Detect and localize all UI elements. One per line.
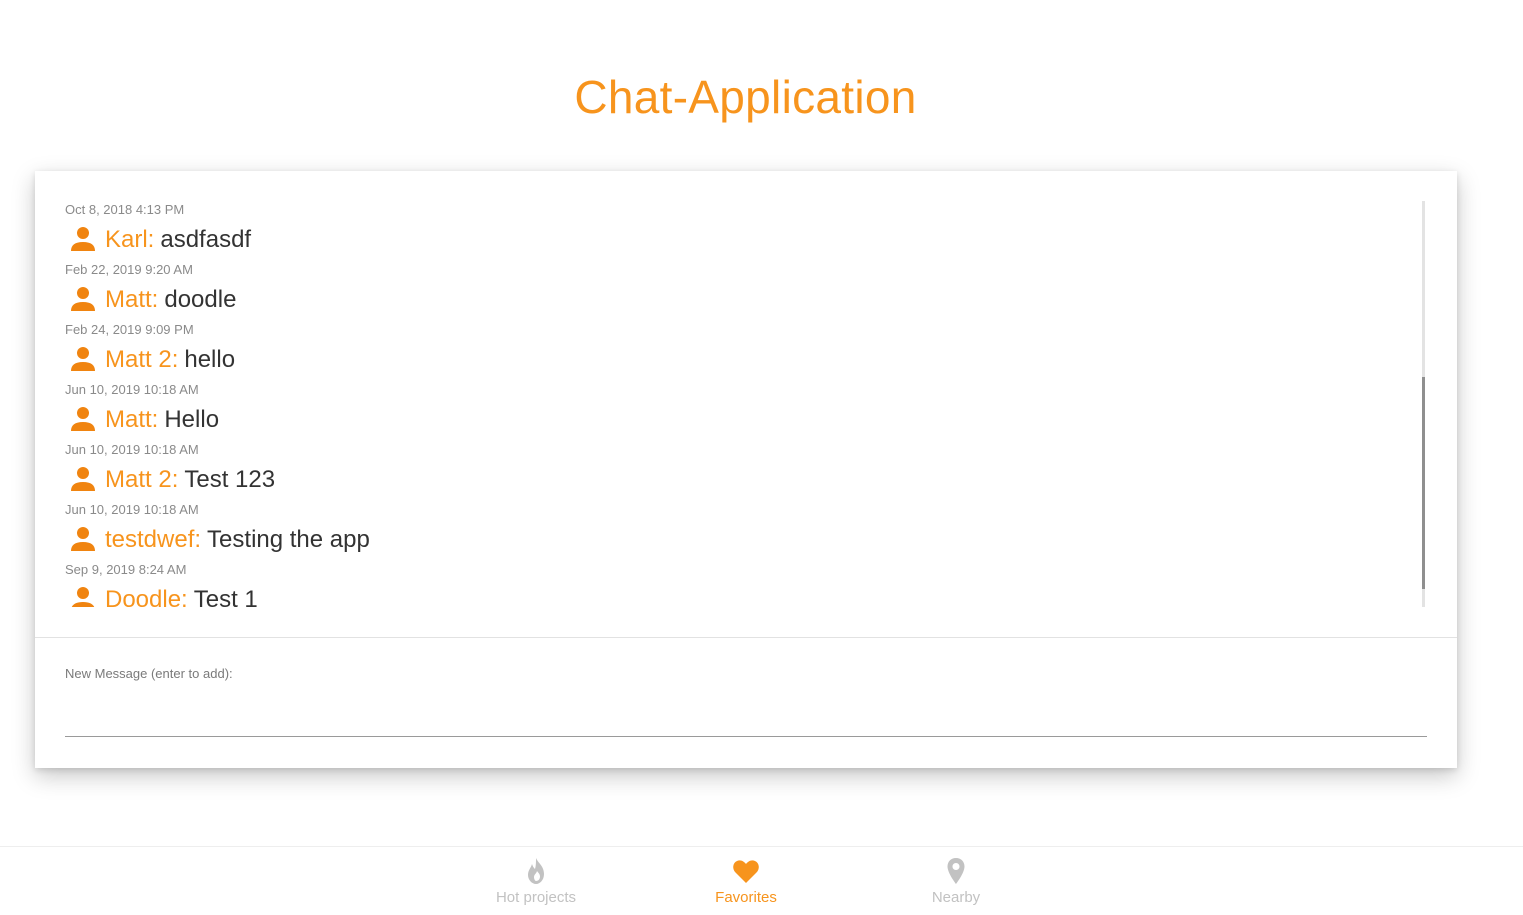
message-item: Feb 22, 2019 9:20 AM Matt: doodle bbox=[65, 261, 1435, 321]
message-author: Matt 2: bbox=[105, 466, 179, 493]
nav-item-nearby[interactable]: Nearby bbox=[886, 855, 1026, 915]
person-icon bbox=[71, 467, 95, 491]
heart-icon bbox=[733, 860, 759, 883]
nav-item-favorites[interactable]: Favorites bbox=[676, 855, 816, 915]
divider bbox=[35, 637, 1457, 638]
bottom-navigation: Hot projects Favorites Nearby bbox=[0, 846, 1523, 915]
message-text: asdfasdf bbox=[160, 226, 252, 253]
message-text: doodle bbox=[164, 286, 237, 313]
message-item: Jun 10, 2019 10:18 AM testdwef: Testing … bbox=[65, 501, 1435, 561]
new-message-input[interactable] bbox=[65, 701, 1427, 737]
message-text: Test 123 bbox=[184, 466, 276, 493]
message-timestamp: Feb 24, 2019 9:09 PM bbox=[65, 322, 194, 337]
message-timestamp: Oct 8, 2018 4:13 PM bbox=[65, 202, 185, 217]
message-author: Karl: bbox=[105, 226, 155, 253]
person-icon bbox=[71, 347, 95, 371]
message-author: Matt: bbox=[105, 406, 159, 433]
chat-card: Oct 8, 2018 4:13 PM Karl: asdfasdf Feb 2… bbox=[35, 171, 1457, 768]
nav-label: Nearby bbox=[931, 889, 981, 906]
message-item: Sep 9, 2019 8:24 AM Doodle: Test 1 bbox=[65, 561, 1435, 607]
map-pin-icon bbox=[947, 858, 965, 884]
message-timestamp: Jun 10, 2019 10:18 AM bbox=[65, 382, 199, 397]
message-text: hello bbox=[184, 346, 236, 373]
message-author: testdwef: bbox=[105, 526, 202, 553]
person-icon bbox=[71, 227, 95, 251]
message-item: Jun 10, 2019 10:18 AM Matt 2: Test 123 bbox=[65, 441, 1435, 501]
nav-label: Hot projects bbox=[495, 889, 577, 906]
message-text: Test 1 bbox=[193, 586, 258, 607]
message-item: Feb 24, 2019 9:09 PM Matt 2: hello bbox=[65, 321, 1435, 381]
nav-item-hot-projects[interactable]: Hot projects bbox=[466, 855, 606, 915]
message-timestamp: Sep 9, 2019 8:24 AM bbox=[65, 562, 187, 577]
flame-icon bbox=[528, 858, 544, 884]
message-text: Testing the app bbox=[207, 526, 370, 553]
message-item: Jun 10, 2019 10:18 AM Matt: Hello bbox=[65, 381, 1435, 441]
person-icon bbox=[71, 527, 95, 551]
new-message-label: New Message (enter to add): bbox=[65, 666, 233, 681]
nav-label: Favorites bbox=[715, 889, 777, 906]
person-icon bbox=[71, 407, 95, 431]
message-timestamp: Jun 10, 2019 10:18 AM bbox=[65, 442, 199, 457]
message-author: Matt: bbox=[105, 286, 159, 313]
page-title: Chat-Application bbox=[574, 71, 917, 123]
message-text: Hello bbox=[164, 406, 220, 433]
message-timestamp: Jun 10, 2019 10:18 AM bbox=[65, 502, 199, 517]
message-item: Oct 8, 2018 4:13 PM Karl: asdfasdf bbox=[65, 201, 1435, 261]
person-icon bbox=[71, 287, 95, 311]
message-author: Matt 2: bbox=[105, 346, 179, 373]
message-list[interactable]: Oct 8, 2018 4:13 PM Karl: asdfasdf Feb 2… bbox=[35, 201, 1435, 607]
scrollbar-thumb[interactable] bbox=[1422, 377, 1425, 589]
message-author: Doodle: bbox=[105, 586, 188, 607]
message-timestamp: Feb 22, 2019 9:20 AM bbox=[65, 262, 193, 277]
person-icon bbox=[71, 587, 95, 607]
message-scrollbar[interactable] bbox=[1422, 201, 1425, 607]
